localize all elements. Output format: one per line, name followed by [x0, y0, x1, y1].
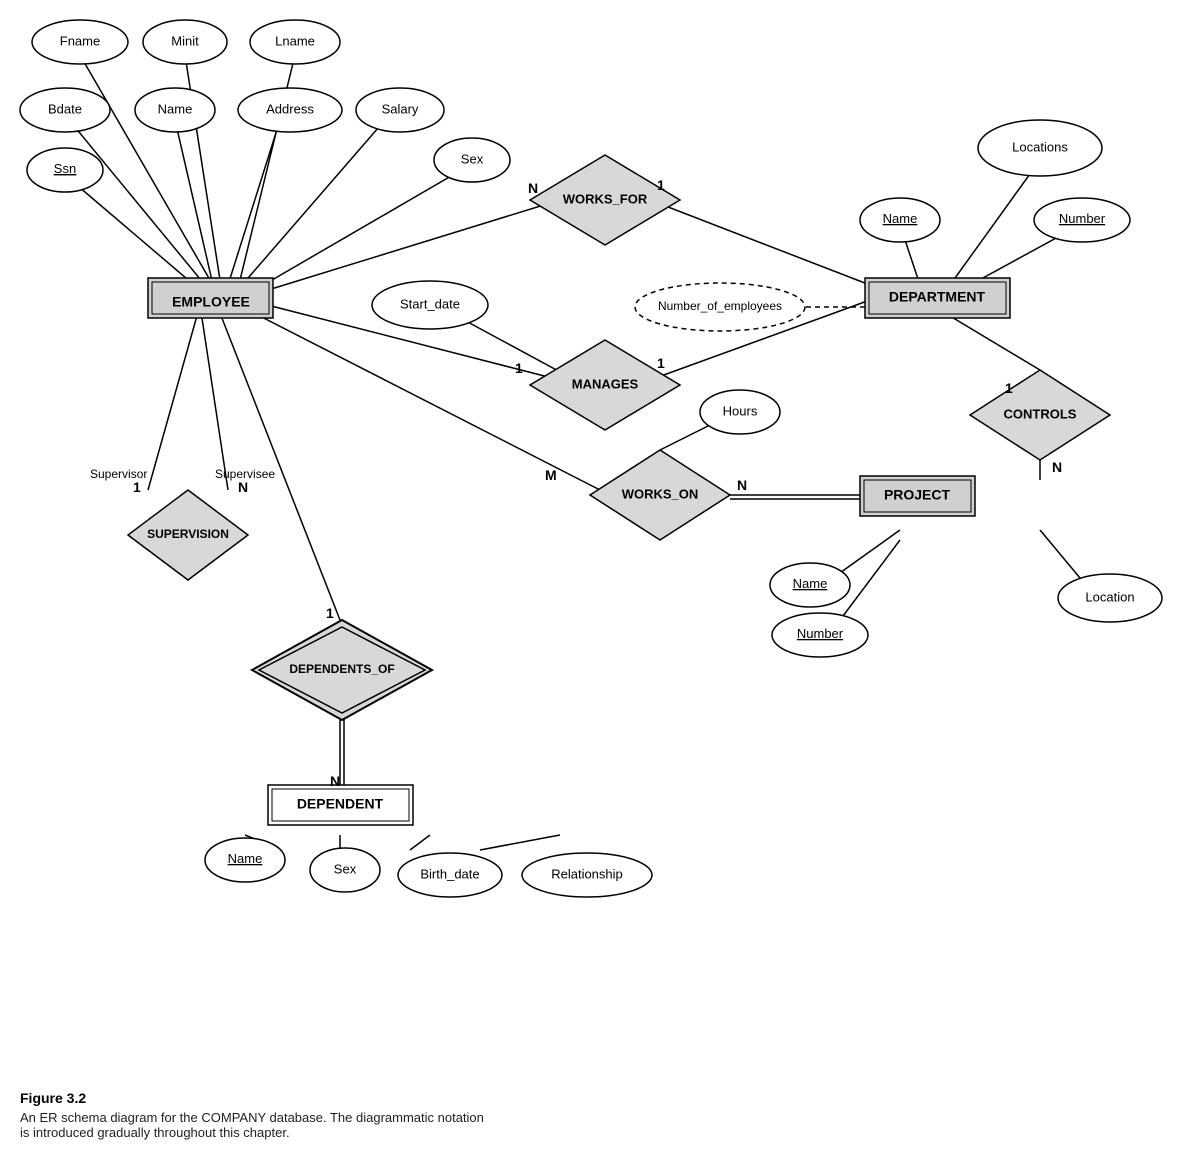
supervision-n: N — [238, 479, 248, 495]
employee-entity-label: EMPLOYEE — [172, 294, 250, 310]
works-on-label: WORKS_ON — [622, 486, 699, 501]
controls-n: N — [1052, 459, 1062, 475]
works-for-label: WORKS_FOR — [563, 191, 648, 206]
dependent-entity-label: DEPENDENT — [297, 796, 384, 812]
caption-line2: is introduced gradually throughout this … — [20, 1125, 1181, 1140]
figure-caption: Figure 3.2 An ER schema diagram for the … — [0, 1080, 1201, 1158]
er-diagram: EMPLOYEE DEPARTMENT PROJECT DEPENDENT WO… — [0, 0, 1201, 1080]
dept-name-attr: Name — [883, 211, 918, 226]
dep-sex-attr: Sex — [334, 861, 357, 876]
address-attr: Address — [266, 101, 314, 116]
works-on-m: M — [545, 467, 557, 483]
location-attr: Location — [1085, 589, 1134, 604]
caption-line1: An ER schema diagram for the COMPANY dat… — [20, 1110, 1181, 1125]
name-emp-attr: Name — [158, 101, 193, 116]
manages-label: MANAGES — [572, 376, 639, 391]
hours-attr: Hours — [723, 403, 758, 418]
dep-name-attr: Name — [228, 851, 263, 866]
works-on-n: N — [737, 477, 747, 493]
proj-name-attr: Name — [793, 576, 828, 591]
dependents-of-label: DEPENDENTS_OF — [289, 662, 394, 676]
controls-label: CONTROLS — [1004, 406, 1077, 421]
ssn-attr: Ssn — [54, 161, 76, 176]
fname-attr: Fname — [60, 33, 100, 48]
lname-attr: Lname — [275, 33, 315, 48]
supervision-label: SUPERVISION — [147, 527, 229, 541]
locations-attr: Locations — [1012, 139, 1068, 154]
manages-1a: 1 — [515, 360, 523, 376]
proj-number-attr: Number — [797, 626, 844, 641]
dept-number-attr: Number — [1059, 211, 1106, 226]
dependents-of-1: 1 — [326, 605, 334, 621]
controls-1: 1 — [1005, 380, 1013, 396]
minit-attr: Minit — [171, 33, 199, 48]
num-employees-attr: Number_of_employees — [658, 299, 782, 313]
figure-title: Figure 3.2 — [20, 1090, 1181, 1106]
works-for-1: 1 — [657, 177, 665, 193]
works-for-n: N — [528, 180, 538, 196]
supervision-1: 1 — [133, 479, 141, 495]
bdate-attr: Bdate — [48, 101, 82, 116]
salary-attr: Salary — [382, 101, 419, 116]
start-date-attr: Start_date — [400, 296, 460, 311]
supervisee-label: Supervisee — [215, 467, 275, 481]
sex-emp-attr: Sex — [461, 151, 484, 166]
project-entity-label: PROJECT — [884, 487, 951, 503]
relationship-attr: Relationship — [551, 866, 623, 881]
birth-date-attr: Birth_date — [420, 866, 479, 881]
department-entity-label: DEPARTMENT — [889, 289, 986, 305]
manages-1b: 1 — [657, 355, 665, 371]
supervisor-label: Supervisor — [90, 467, 147, 481]
dependents-of-n: N — [330, 773, 340, 789]
